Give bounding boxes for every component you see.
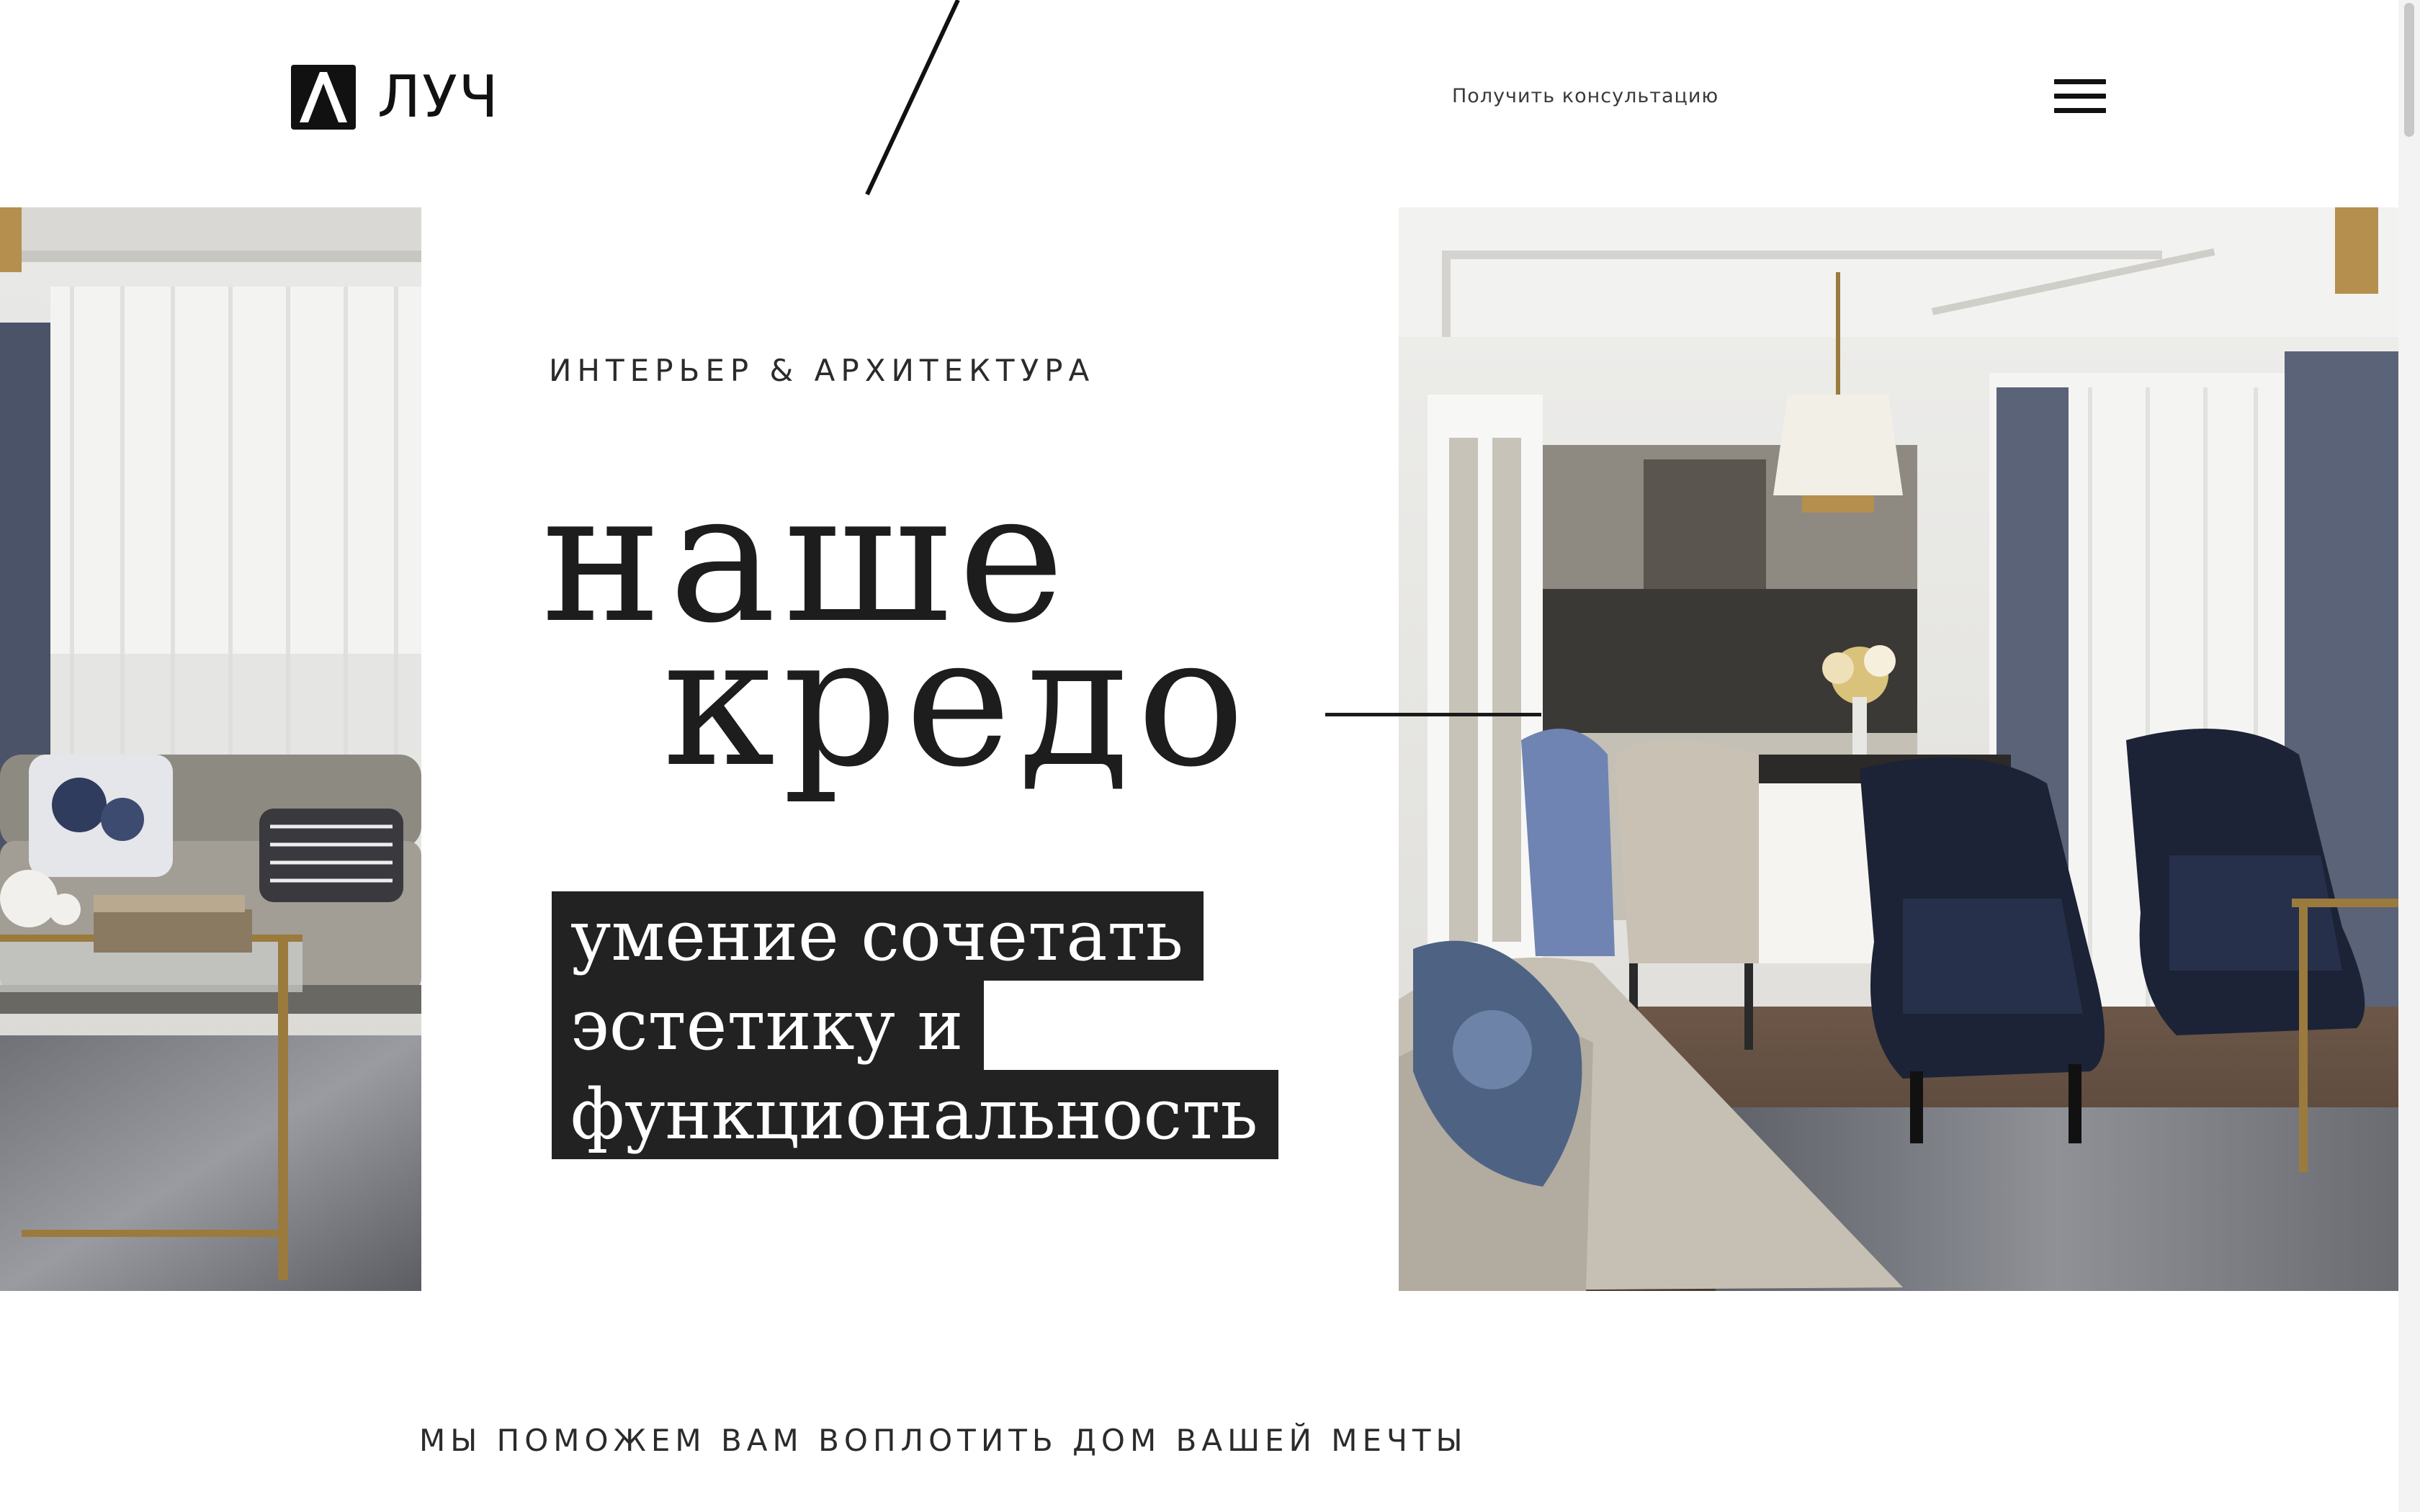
hero-kicker: ИНТЕРЬЕР & АРХИТЕКТУРА	[549, 353, 1095, 388]
logo-mark-icon	[291, 65, 356, 130]
living-room-photo	[0, 207, 421, 1291]
section-subtitle: МЫ ПОМОЖЕМ ВАМ ВОПЛОТИТЬ ДОМ ВАШЕЙ МЕЧТЫ	[419, 1423, 1468, 1458]
scrollbar-thumb[interactable]	[2404, 3, 2414, 137]
tagline-line: эстетику и	[552, 981, 984, 1070]
consultation-link[interactable]: Получить консультацию	[1452, 85, 1718, 107]
decorative-slash	[865, 0, 960, 196]
logo-text: ЛУЧ	[377, 63, 500, 130]
tagline-block: умение сочетать эстетику и функционально…	[552, 891, 1278, 1159]
menu-bar	[2054, 94, 2106, 99]
logo[interactable]: ЛУЧ	[291, 65, 500, 130]
dining-room-photo	[1399, 207, 2398, 1291]
menu-bar	[2054, 108, 2106, 113]
tagline-line: умение сочетать	[552, 891, 1204, 981]
tagline-line: функциональность	[552, 1070, 1278, 1159]
connector-line	[1325, 713, 1541, 716]
headline-line-2: кредо	[663, 597, 1252, 806]
page: ЛУЧ Получить консультацию ИНТЕРЬЕР & АРХ…	[0, 0, 2420, 1512]
menu-bar	[2054, 79, 2106, 84]
scrollbar[interactable]	[2398, 0, 2420, 1512]
menu-icon[interactable]	[2054, 79, 2106, 114]
